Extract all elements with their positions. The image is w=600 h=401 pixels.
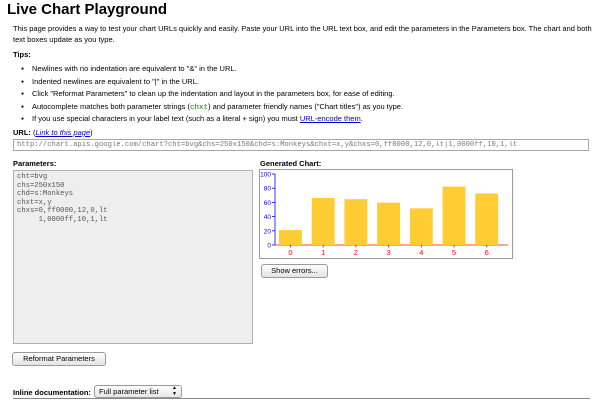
tip-item: Newlines with no indentation are equival…	[21, 63, 592, 76]
y-tick-label: 0	[267, 243, 271, 250]
y-tick-label: 100	[260, 172, 271, 179]
x-tick-label: 0	[288, 248, 292, 257]
x-tick-label: 4	[419, 248, 423, 257]
select-value: Full parameter list	[99, 387, 159, 396]
y-tick-label: 40	[264, 214, 272, 221]
x-tick-label: 5	[452, 248, 456, 257]
show-errors-button[interactable]: Show errors...	[261, 264, 328, 278]
parameters-heading: Parameters:	[13, 159, 57, 168]
y-tick-label: 20	[264, 228, 272, 235]
chart-bar	[475, 193, 499, 245]
tip-item: If you use special characters in your la…	[21, 113, 592, 126]
tip-text: Newlines with no indentation are equival…	[32, 64, 237, 73]
chart-frame: 0 20 40 60 80 100 0 1 2 3 4 5 6	[259, 169, 513, 259]
chart-bar	[279, 230, 302, 245]
tip-item: Indented newlines are equivalent to "|" …	[21, 76, 592, 89]
reformat-parameters-button[interactable]: Reformat Parameters	[12, 352, 106, 366]
tip-item: Click "Reformat Parameters" to clean up …	[21, 88, 592, 101]
tips-heading: Tips:	[13, 50, 31, 59]
generated-chart-heading: Generated Chart:	[260, 159, 322, 168]
divider	[13, 398, 590, 399]
x-tick-label: 2	[354, 248, 358, 257]
tip-text: .	[360, 114, 363, 123]
x-tick-label: 1	[321, 248, 325, 257]
tip-item: Autocomplete matches both parameter stri…	[21, 101, 592, 114]
select-arrows-icon: ▲ ▼	[172, 385, 177, 397]
chart-bar	[409, 208, 433, 245]
tip-text: ) and parameter friendly names ("Chart t…	[208, 101, 404, 111]
chart-bar	[311, 198, 335, 245]
parameters-textarea[interactable]: cht=bvg chs=250x150 chd=s:Monkeys chxt=x…	[13, 170, 253, 344]
tip-text: Indented newlines are equivalent to "|" …	[32, 76, 199, 86]
inline-documentation-label: Inline documentation:	[13, 388, 91, 397]
inline-documentation-select[interactable]: Full parameter list ▲ ▼	[94, 385, 182, 398]
link-paren-close: )	[90, 128, 93, 137]
chart-bar	[442, 186, 466, 245]
url-label-row: URL: (Link to this page)	[13, 128, 93, 137]
tips-list: Newlines with no indentation are equival…	[21, 63, 592, 126]
url-label: URL:	[13, 128, 31, 137]
tip-text: Autocomplete matches both parameter stri…	[32, 101, 190, 111]
url-encode-link[interactable]: URL-encode them	[300, 114, 361, 123]
url-input[interactable]	[13, 139, 589, 151]
page-title: Live Chart Playground	[7, 1, 168, 18]
tip-code: chxt	[190, 103, 209, 112]
chart-bar	[344, 199, 368, 245]
intro-text: This page provides a way to test your ch…	[13, 24, 592, 44]
y-tick-label: 80	[264, 186, 272, 193]
chart-svg: 0 20 40 60 80 100 0 1 2 3 4 5 6	[260, 172, 508, 257]
link-to-this-page[interactable]: Link to this page	[36, 128, 91, 137]
tip-text: Click "Reformat Parameters" to clean up …	[32, 89, 395, 98]
x-tick-label: 3	[387, 248, 391, 257]
y-tick-label: 60	[264, 200, 272, 207]
tip-text: If you use special characters in your la…	[32, 114, 300, 123]
x-tick-label: 6	[485, 248, 489, 257]
chart-bar	[377, 202, 401, 245]
